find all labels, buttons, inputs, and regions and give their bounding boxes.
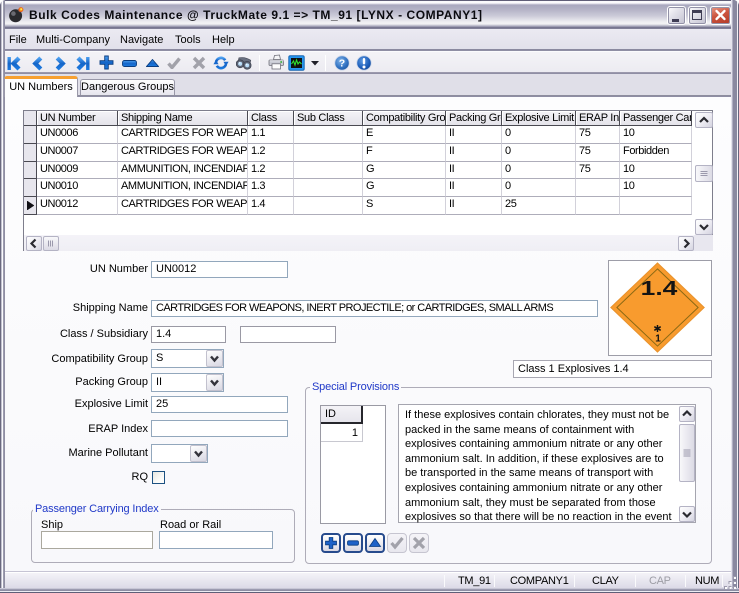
- svg-text:1: 1: [655, 334, 661, 345]
- svg-text:1.4: 1.4: [641, 277, 678, 299]
- svg-text:?: ?: [339, 58, 345, 70]
